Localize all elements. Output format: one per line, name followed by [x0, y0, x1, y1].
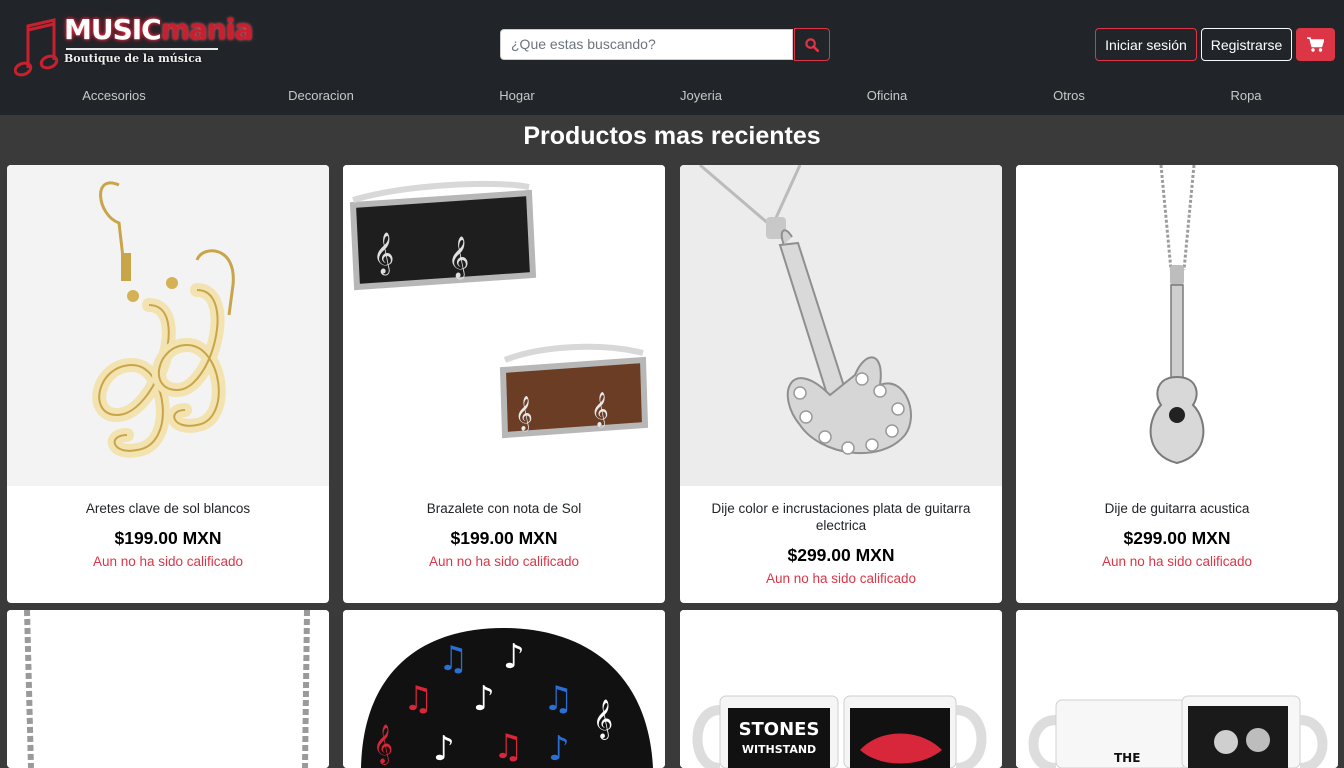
login-button[interactable]: Iniciar sesión — [1095, 28, 1197, 61]
search-button[interactable] — [794, 28, 830, 61]
product-image-bracelets: 𝄞 𝄞 𝄞 𝄞 — [343, 165, 665, 486]
brand-word-mania: mania — [160, 13, 253, 46]
search-icon — [805, 37, 819, 52]
product-rating: Aun no ha sido calificado — [92, 554, 244, 569]
nav-item-decoracion[interactable]: Decoracion — [288, 88, 354, 103]
brand-tagline: Boutique de la música — [64, 52, 202, 65]
brand-wordmark: MUSICmania — [64, 13, 253, 46]
brand-logo[interactable]: MUSICmania Boutique de la música — [14, 12, 253, 78]
product-info: Dije de guitarra acustica $299.00 MXN Au… — [1016, 486, 1338, 570]
svg-text:𝄞: 𝄞 — [515, 396, 533, 432]
product-image-stones-mugs: STONES WITHSTAND — [680, 610, 1002, 768]
product-card[interactable]: Aretes clave de sol blancos $199.00 MXN … — [7, 165, 329, 603]
svg-text:♪: ♪ — [433, 729, 455, 768]
product-image-acoustic-guitar — [1016, 165, 1338, 486]
product-name[interactable]: Dije color e incrustaciones plata de gui… — [694, 500, 988, 534]
svg-text:♫: ♫ — [543, 679, 573, 719]
cart-button[interactable] — [1296, 28, 1335, 61]
product-image-beatles-mugs: THE — [1016, 610, 1338, 768]
nav-item-accesorios[interactable]: Accesorios — [82, 88, 146, 103]
svg-text:𝄞: 𝄞 — [373, 232, 394, 275]
register-button[interactable]: Registrarse — [1201, 28, 1292, 61]
svg-text:𝄞: 𝄞 — [593, 699, 613, 740]
product-price: $299.00 MXN — [1123, 528, 1231, 548]
svg-text:♪: ♪ — [503, 637, 525, 677]
nav-item-joyeria[interactable]: Joyeria — [680, 88, 722, 103]
nav-item-otros[interactable]: Otros — [1053, 88, 1085, 103]
svg-text:STONES: STONES — [739, 719, 820, 740]
svg-text:THE: THE — [1114, 751, 1140, 765]
svg-text:𝄞: 𝄞 — [591, 392, 609, 428]
nav-item-hogar[interactable]: Hogar — [499, 88, 534, 103]
product-card[interactable]: Dije de guitarra acustica $299.00 MXN Au… — [1016, 165, 1338, 603]
brand-divider — [66, 48, 218, 50]
svg-text:𝄞: 𝄞 — [448, 236, 469, 279]
product-name[interactable]: Brazalete con nota de Sol — [357, 500, 651, 517]
product-card[interactable]: ♫ ♪ ♫ ♪ ♫ 𝄞 𝄞 ♪ ♫ ♪ — [343, 610, 665, 768]
cart-icon — [1307, 37, 1324, 52]
product-card[interactable]: 𝄞 𝄞 𝄞 𝄞 Brazalete con nota de Sol $199.0… — [343, 165, 665, 603]
product-card[interactable]: STONES WITHSTAND — [680, 610, 1002, 768]
svg-text:♪: ♪ — [548, 729, 570, 768]
product-rating: Aun no ha sido calificado — [1101, 554, 1253, 569]
product-price: $199.00 MXN — [114, 528, 222, 548]
brand-word-music: MUSIC — [64, 13, 162, 46]
music-note-icon — [14, 18, 59, 77]
svg-text:♫: ♫ — [403, 679, 433, 719]
product-card[interactable] — [7, 610, 329, 768]
page-title: Productos mas recientes — [523, 122, 821, 150]
product-name[interactable]: Dije de guitarra acustica — [1030, 500, 1324, 517]
search-input[interactable]: ¿Que estas buscando? — [500, 29, 793, 60]
svg-text:♫: ♫ — [438, 639, 468, 679]
svg-text:♪: ♪ — [473, 679, 495, 719]
product-price: $299.00 MXN — [787, 545, 895, 565]
svg-text:♫: ♫ — [493, 727, 523, 767]
nav-item-oficina[interactable]: Oficina — [867, 88, 907, 103]
product-name[interactable]: Aretes clave de sol blancos — [21, 500, 315, 517]
product-image-beanie: ♫ ♪ ♫ ♪ ♫ 𝄞 𝄞 ♪ ♫ ♪ — [343, 610, 665, 768]
header: MUSICmania Boutique de la música ¿Que es… — [0, 0, 1344, 115]
product-card[interactable]: Dije color e incrustaciones plata de gui… — [680, 165, 1002, 603]
product-image-electric-guitar — [680, 165, 1002, 486]
product-rating: Aun no ha sido calificado — [765, 571, 917, 586]
product-info: Aretes clave de sol blancos $199.00 MXN … — [7, 486, 329, 570]
product-info: Dije color e incrustaciones plata de gui… — [680, 486, 1002, 587]
product-rating: Aun no ha sido calificado — [428, 554, 580, 569]
product-image-chain-necklace — [7, 610, 329, 768]
nav-item-ropa[interactable]: Ropa — [1230, 88, 1261, 103]
product-price: $199.00 MXN — [450, 528, 558, 548]
product-card[interactable]: THE — [1016, 610, 1338, 768]
product-image-earrings — [7, 165, 329, 486]
product-info: Brazalete con nota de Sol $199.00 MXN Au… — [343, 486, 665, 570]
svg-text:𝄞: 𝄞 — [373, 724, 393, 765]
svg-text:WITHSTAND: WITHSTAND — [742, 743, 816, 756]
